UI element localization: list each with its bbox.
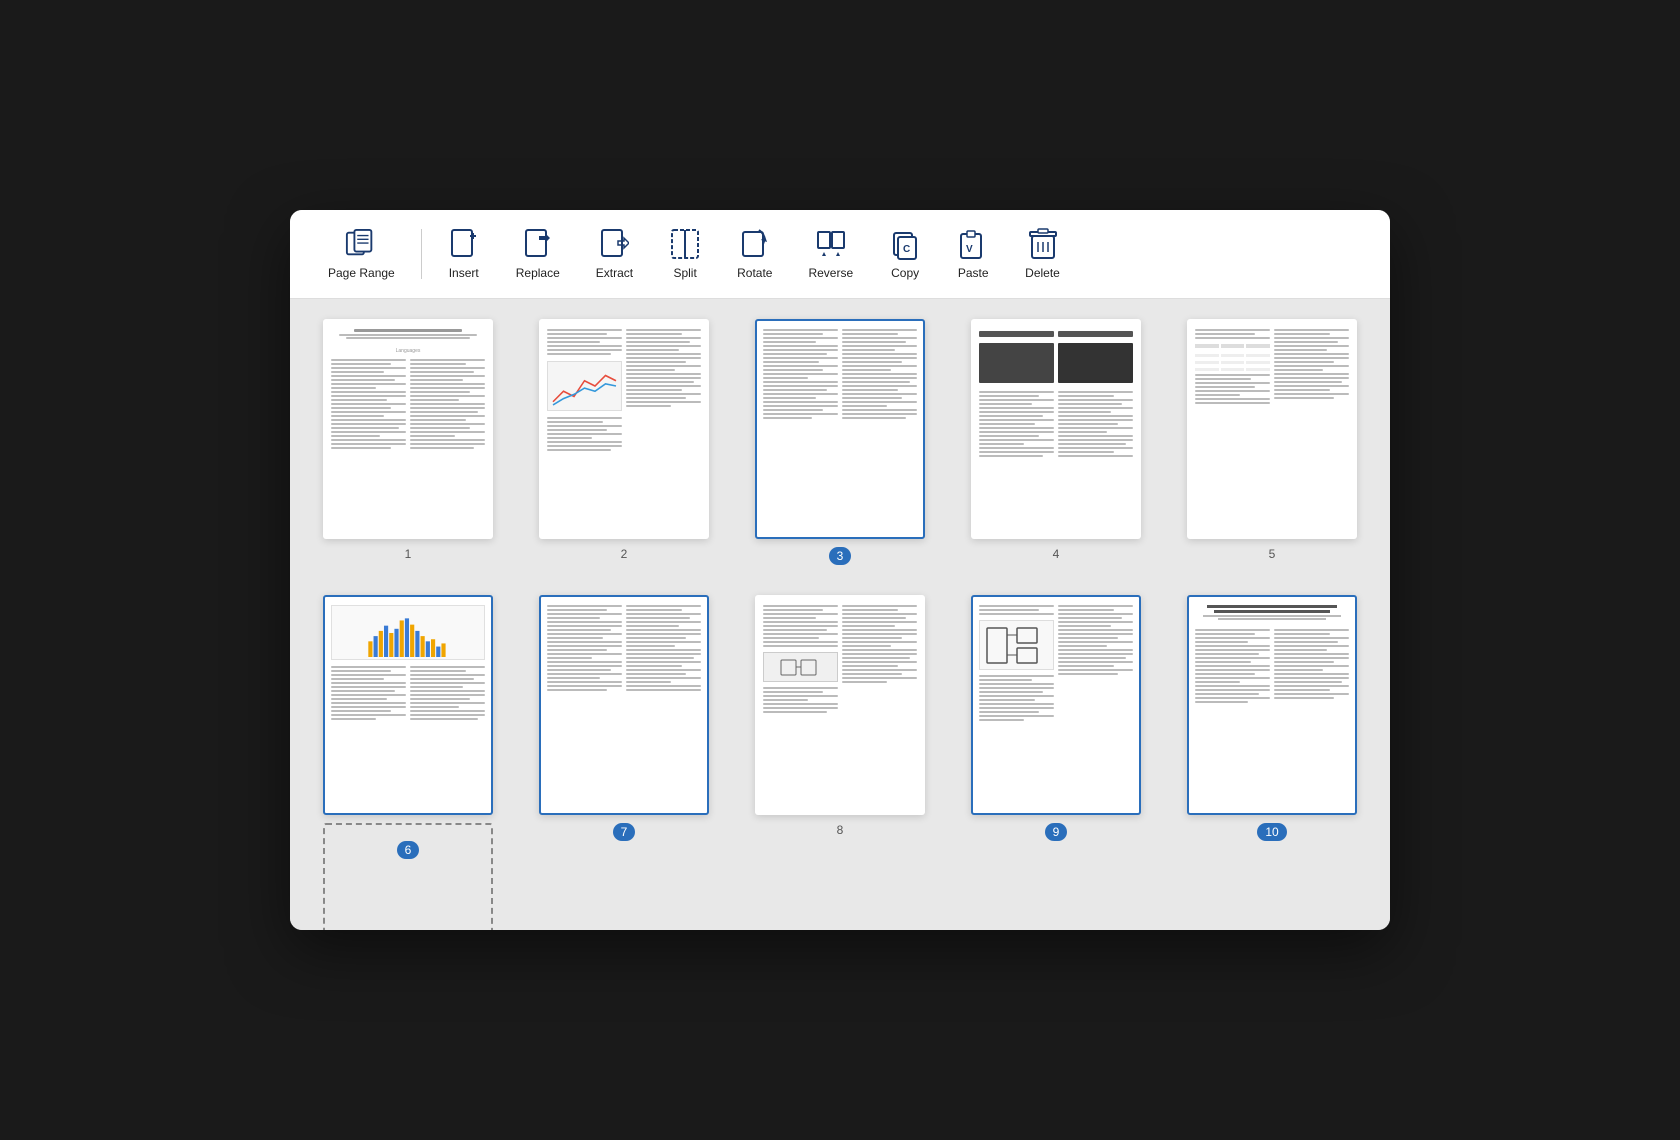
- paste-icon: V: [957, 228, 989, 260]
- insert-icon: [448, 228, 480, 260]
- page-wrapper-4: 4: [958, 319, 1154, 565]
- page-thumb-1[interactable]: Languages: [323, 319, 493, 539]
- toolbar-item-replace[interactable]: Replace: [498, 220, 578, 288]
- page-wrapper-1: Languages: [310, 319, 506, 565]
- toolbar-label-page-range: Page Range: [328, 266, 395, 280]
- page-number-badge-7: 7: [613, 823, 636, 841]
- page-number-1: 1: [405, 547, 412, 561]
- toolbar-item-reverse[interactable]: Reverse: [790, 220, 871, 288]
- page-wrapper-6: 6: [310, 595, 506, 859]
- reverse-icon: [815, 228, 847, 260]
- copy-icon: C: [889, 228, 921, 260]
- toolbar-label-copy: Copy: [891, 266, 919, 280]
- page-wrapper-2: 2: [526, 319, 722, 565]
- toolbar-item-split[interactable]: Split: [651, 220, 719, 288]
- page-thumb-5[interactable]: [1187, 319, 1357, 539]
- app-window: Page Range Insert Re: [290, 210, 1390, 930]
- page-thumb-7[interactable]: [539, 595, 709, 815]
- toolbar-item-page-range[interactable]: Page Range: [310, 220, 413, 288]
- page-thumb-9[interactable]: [971, 595, 1141, 815]
- toolbar-item-insert[interactable]: Insert: [430, 220, 498, 288]
- toolbar-item-delete[interactable]: Delete: [1007, 220, 1078, 288]
- toolbar: Page Range Insert Re: [290, 210, 1390, 299]
- page-number-badge-6: 6: [397, 841, 420, 859]
- toolbar-divider: [421, 229, 422, 279]
- toolbar-label-replace: Replace: [516, 266, 560, 280]
- toolbar-label-split: Split: [673, 266, 696, 280]
- toolbar-label-paste: Paste: [958, 266, 989, 280]
- toolbar-label-delete: Delete: [1025, 266, 1060, 280]
- pages-grid: Languages: [310, 319, 1370, 859]
- page-thumb-6[interactable]: [323, 595, 493, 815]
- toolbar-item-copy[interactable]: C Copy: [871, 220, 939, 288]
- page-wrapper-9: 9: [958, 595, 1154, 859]
- page-thumb-2[interactable]: [539, 319, 709, 539]
- page-range-icon: [345, 228, 377, 260]
- delete-icon: [1027, 228, 1059, 260]
- page-number-4: 4: [1053, 547, 1060, 561]
- rotate-icon: [739, 228, 771, 260]
- toolbar-label-rotate: Rotate: [737, 266, 772, 280]
- page-wrapper-10: 10: [1174, 595, 1370, 859]
- page-wrapper-5: 5: [1174, 319, 1370, 565]
- toolbar-item-paste[interactable]: V Paste: [939, 220, 1007, 288]
- page-number-8: 8: [837, 823, 844, 837]
- page-number-2: 2: [621, 547, 628, 561]
- toolbar-label-insert: Insert: [449, 266, 479, 280]
- page-thumb-4[interactable]: [971, 319, 1141, 539]
- page-number-5: 5: [1269, 547, 1276, 561]
- toolbar-label-extract: Extract: [596, 266, 633, 280]
- toolbar-item-extract[interactable]: Extract: [578, 220, 651, 288]
- toolbar-item-rotate[interactable]: Rotate: [719, 220, 790, 288]
- page-number-badge-9: 9: [1045, 823, 1068, 841]
- page-thumb-3[interactable]: [755, 319, 925, 539]
- svg-text:C: C: [903, 244, 910, 255]
- page-number-badge-3: 3: [829, 547, 852, 565]
- svg-text:V: V: [966, 244, 973, 255]
- content-area: Languages: [290, 299, 1390, 930]
- page-wrapper-8: 8: [742, 595, 938, 859]
- page-number-badge-10: 10: [1257, 823, 1286, 841]
- page-wrapper-7: 7: [526, 595, 722, 859]
- split-icon: [669, 228, 701, 260]
- extract-icon: [598, 228, 630, 260]
- replace-icon: [522, 228, 554, 260]
- page-wrapper-3: 3: [742, 319, 938, 565]
- page-thumb-8[interactable]: [755, 595, 925, 815]
- page-thumb-10[interactable]: [1187, 595, 1357, 815]
- toolbar-label-reverse: Reverse: [808, 266, 853, 280]
